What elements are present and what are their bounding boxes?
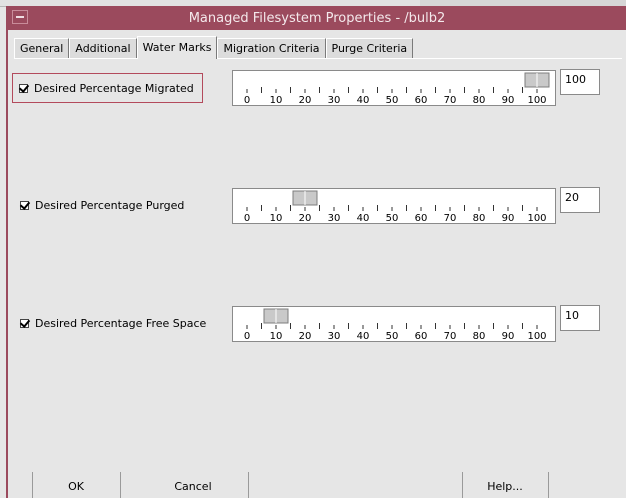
scale-tick-label: 30 [328, 213, 341, 224]
scale-tick-label: 40 [357, 213, 370, 224]
help-button[interactable]: Help... [474, 476, 536, 496]
scale-tick-label: 60 [415, 331, 428, 342]
cancel-button[interactable]: Cancel [158, 476, 228, 496]
scale-tick-label: 0 [244, 331, 250, 342]
scale-tick-label: 50 [386, 331, 399, 342]
scale-tick-label: 0 [244, 213, 250, 224]
scale-tick-label: 20 [299, 331, 312, 342]
purged-checkbox[interactable]: Desired Percentage Purged [16, 194, 190, 216]
migrated-label: Desired Percentage Migrated [34, 81, 194, 95]
properties-window: Managed Filesystem Properties - /bulb2 G… [6, 6, 626, 498]
purged-label: Desired Percentage Purged [35, 198, 185, 212]
ok-button[interactable]: OK [44, 476, 108, 496]
scale-tick-label: 70 [444, 331, 457, 342]
migrated-value-field[interactable]: 100 [560, 69, 600, 95]
tab-bar: General Additional Water Marks Migration… [14, 36, 414, 59]
scale-tick-label: 80 [473, 213, 486, 224]
scale-tick-label: 30 [328, 95, 341, 106]
free-space-checkbox[interactable]: Desired Percentage Free Space [16, 312, 212, 334]
scale-tick-label: 90 [502, 95, 515, 106]
scale-tick-label: 20 [299, 213, 312, 224]
button-separator [120, 472, 121, 498]
window-title: Managed Filesystem Properties - /bulb2 [188, 10, 446, 26]
slider-thumb[interactable] [292, 190, 318, 206]
scale-tick-label: 20 [299, 95, 312, 106]
scale-tick-label: 90 [502, 213, 515, 224]
tab-water-marks[interactable]: Water Marks [136, 36, 218, 59]
scale-tick-label: 40 [357, 331, 370, 342]
free-space-label: Desired Percentage Free Space [35, 316, 207, 330]
scale-tick-label: 60 [415, 95, 428, 106]
title-bar[interactable]: Managed Filesystem Properties - /bulb2 [8, 6, 626, 30]
scale-tick-label: 90 [502, 331, 515, 342]
tab-purge-criteria[interactable]: Purge Criteria [325, 38, 414, 58]
slider-thumb[interactable] [524, 72, 550, 88]
watermark-row-free-space: Desired Percentage Free Space 0 10 20 30 40 5… [8, 302, 626, 342]
scale-tick-label: 60 [415, 213, 428, 224]
scale-tick-label: 10 [270, 95, 283, 106]
scale-tick-label: 50 [386, 95, 399, 106]
purged-value-field[interactable]: 20 [560, 187, 600, 213]
scale-tick-label: 0 [244, 95, 250, 106]
scale-tick-label: 70 [444, 213, 457, 224]
checkbox-checked-icon [19, 83, 28, 93]
window-menu-icon [16, 16, 24, 18]
scale-tick-label: 100 [527, 331, 546, 342]
button-separator [548, 472, 549, 498]
scale-tick-label: 10 [270, 331, 283, 342]
window-menu-button[interactable] [12, 10, 28, 24]
scale-tick-label: 30 [328, 331, 341, 342]
slider-thumb[interactable] [263, 308, 289, 324]
free-space-slider[interactable]: 0 10 20 30 40 50 60 70 80 90 100 [232, 306, 556, 342]
migrated-checkbox[interactable]: Desired Percentage Migrated [12, 73, 203, 103]
button-separator [462, 472, 463, 498]
tab-panel-border [14, 58, 622, 59]
scale-tick-label: 40 [357, 95, 370, 106]
free-space-value-field[interactable]: 10 [560, 305, 600, 331]
checkbox-checked-icon [20, 318, 29, 328]
tab-migration-criteria[interactable]: Migration Criteria [217, 38, 326, 58]
purged-slider[interactable]: 0 10 20 30 40 50 60 70 80 90 100 [232, 188, 556, 224]
scale-tick-label: 70 [444, 95, 457, 106]
scale-tick-label: 100 [527, 95, 546, 106]
watermark-row-migrated: Desired Percentage Migrated 0 10 20 30 40 50 6… [8, 66, 626, 106]
scale-tick-label: 80 [473, 95, 486, 106]
scale-tick-label: 100 [527, 213, 546, 224]
tab-additional[interactable]: Additional [69, 38, 137, 58]
checkbox-checked-icon [20, 200, 29, 210]
button-separator [32, 472, 33, 498]
scale-tick-label: 80 [473, 331, 486, 342]
scale-tick-label: 10 [270, 213, 283, 224]
tab-general[interactable]: General [14, 38, 70, 58]
scale-tick-label: 50 [386, 213, 399, 224]
migrated-slider[interactable]: 0 10 20 30 40 50 60 70 80 90 100 [232, 70, 556, 106]
button-separator [248, 472, 249, 498]
watermark-row-purged: Desired Percentage Purged 0 10 20 30 40 50 60 7… [8, 184, 626, 224]
